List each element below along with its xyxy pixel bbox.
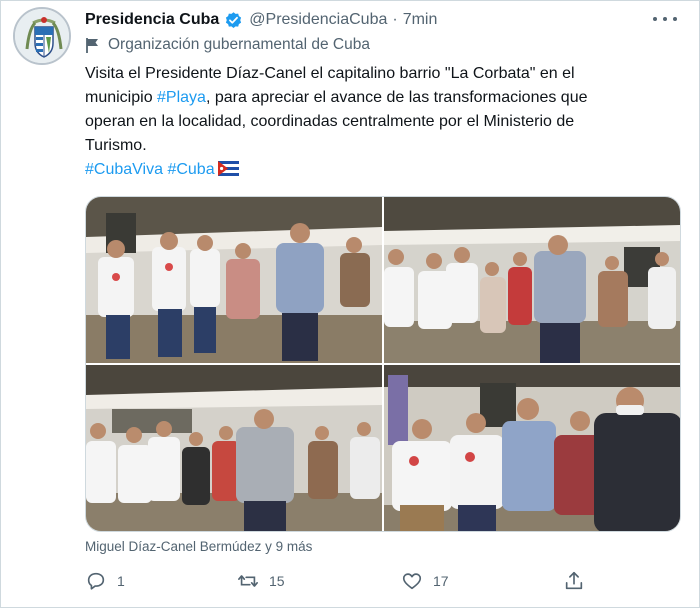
- avatar[interactable]: [13, 7, 71, 65]
- share-button[interactable]: [563, 568, 585, 594]
- timestamp[interactable]: 7min: [403, 11, 438, 29]
- tweet-line-1: Visita el Presidente Díaz-Canel el capit…: [85, 65, 575, 82]
- like-count: 17: [433, 573, 449, 589]
- retweet-button[interactable]: 15: [237, 568, 285, 594]
- photo-4[interactable]: [384, 365, 680, 531]
- hashtag-cubaviva[interactable]: #CubaViva: [85, 161, 163, 178]
- photo-4-image: [384, 365, 680, 531]
- media-grid: [85, 196, 681, 532]
- photo-1-image: [86, 197, 382, 363]
- handle[interactable]: @PresidenciaCuba: [249, 11, 387, 29]
- tweet-header: Presidencia Cuba @PresidenciaCuba · 7min: [85, 9, 437, 31]
- action-bar: 1 15 17: [85, 568, 615, 594]
- tweet-line-2-end: , para apreciar el avance de las transfo…: [205, 89, 588, 106]
- hashtag-playa[interactable]: #Playa: [157, 89, 206, 106]
- tweet-card[interactable]: Presidencia Cuba @PresidenciaCuba · 7min…: [0, 0, 700, 608]
- retweet-icon: [238, 575, 258, 587]
- tweet-text: Visita el Presidente Díaz-Canel el capit…: [85, 62, 665, 182]
- government-label[interactable]: Organización gubernamental de Cuba: [85, 36, 370, 54]
- retweet-count: 15: [269, 573, 285, 589]
- photo-2[interactable]: [384, 197, 680, 363]
- reply-button[interactable]: 1: [85, 568, 125, 594]
- heart-icon: [402, 573, 422, 590]
- coat-of-arms-logo: [15, 9, 69, 63]
- photo-3-image: [86, 365, 382, 531]
- tweet-line-3: operan en la localidad, coordinadas cent…: [85, 113, 575, 130]
- photo-2-image: [384, 197, 680, 363]
- tagged-people[interactable]: Miguel Díaz-Canel Bermúdez y 9 más: [85, 539, 312, 554]
- tweet-line-4: Turismo.: [85, 137, 147, 154]
- display-name[interactable]: Presidencia Cuba: [85, 11, 219, 29]
- tweet-line-2: municipio #Playa, para apreciar el avanc…: [85, 86, 665, 110]
- flag-icon: [86, 37, 98, 53]
- verified-badge-icon: [226, 11, 242, 28]
- photo-3[interactable]: [86, 365, 382, 531]
- more-options-icon[interactable]: [653, 9, 677, 29]
- hashtag-cuba[interactable]: #Cuba: [167, 161, 214, 178]
- cuba-flag-emoji-icon: [217, 161, 239, 176]
- share-icon: [565, 571, 583, 590]
- tweet-line-2-start: municipio: [85, 89, 158, 106]
- government-label-text: Organización gubernamental de Cuba: [108, 36, 370, 53]
- like-button[interactable]: 17: [401, 568, 449, 594]
- separator-dot: ·: [392, 11, 398, 28]
- tagged-people-text: Miguel Díaz-Canel Bermúdez y 9 más: [85, 539, 313, 554]
- reply-icon: [87, 572, 105, 590]
- hashtag-line: #CubaViva #Cuba: [85, 158, 665, 182]
- photo-1[interactable]: [86, 197, 382, 363]
- reply-count: 1: [117, 573, 125, 589]
